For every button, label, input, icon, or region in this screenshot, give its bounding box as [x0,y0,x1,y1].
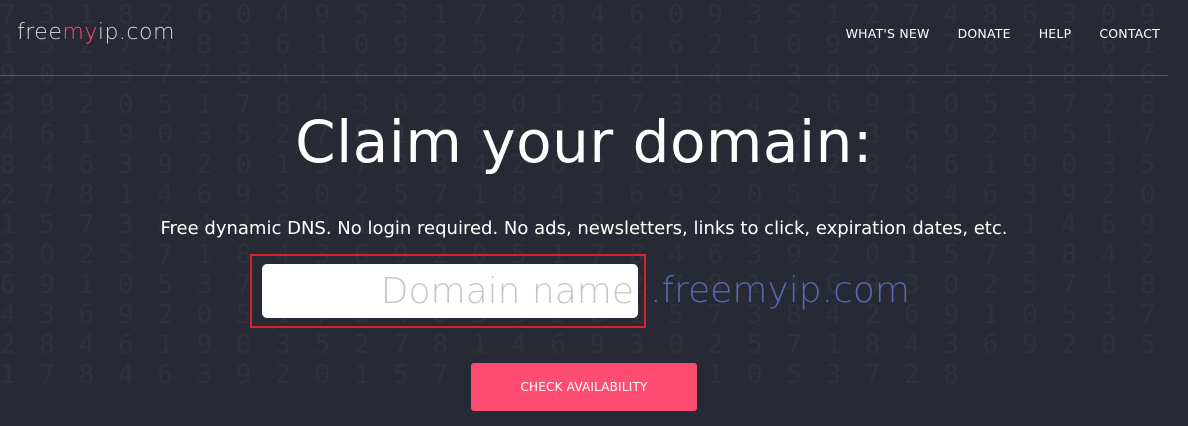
nav-donate[interactable]: DONATE [958,26,1011,41]
hero-tagline: Free dynamic DNS. No login required. No … [160,218,1008,239]
domain-input-highlight [250,254,646,328]
check-availability-button[interactable]: CHECK AVAILABILITY [471,363,697,411]
domain-name-input[interactable] [262,264,638,318]
nav-help[interactable]: HELP [1039,26,1072,41]
site-logo[interactable]: freemyip.com [17,20,175,45]
navbar-divider [0,75,1168,76]
domain-suffix: .freemyip.com [650,270,910,311]
nav-contact[interactable]: CONTACT [1099,26,1160,41]
logo-part-ipcom: ip.com [97,20,175,45]
nav-whats-new[interactable]: WHAT'S NEW [846,26,930,41]
navbar: freemyip.com WHAT'S NEW DONATE HELP CONT… [0,0,1188,76]
main-nav: WHAT'S NEW DONATE HELP CONTACT [818,26,1160,41]
logo-part-free: free [17,20,63,45]
logo-part-my: my [62,20,98,45]
hero-title: Claim your domain: [295,108,873,176]
